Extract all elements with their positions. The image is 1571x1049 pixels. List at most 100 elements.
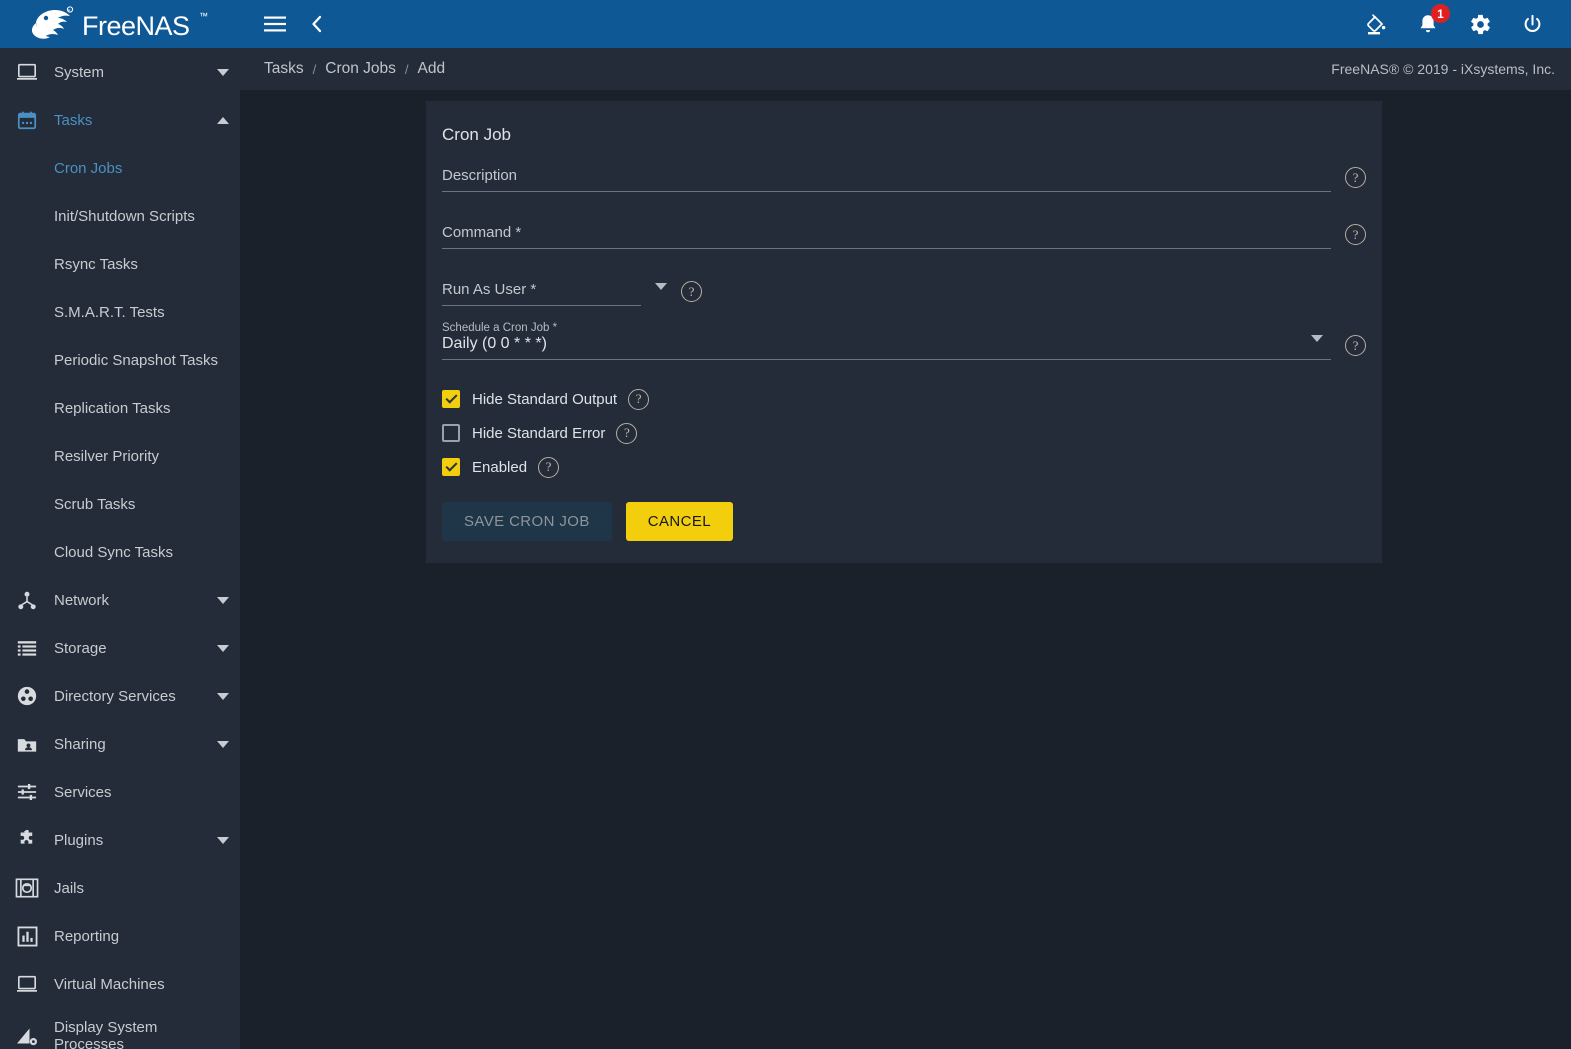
jails-icon — [0, 877, 54, 899]
cron-job-form-card: Cron Job ? ? — [426, 101, 1382, 563]
sidebar-item-services[interactable]: Services — [0, 768, 240, 816]
sidebar-item-virtual-machines[interactable]: Virtual Machines — [0, 960, 240, 1008]
run-as-user-dropdown-arrow-icon[interactable] — [655, 283, 667, 290]
content-area: Tasks / Cron Jobs / Add FreeNAS® © 2019 … — [240, 48, 1571, 1049]
sidebar-subitem-label: Periodic Snapshot Tasks — [54, 351, 218, 369]
sidebar-subitem-resilver-priority[interactable]: Resilver Priority — [0, 432, 240, 480]
breadcrumb-item-tasks[interactable]: Tasks — [264, 60, 304, 78]
network-icon — [0, 590, 54, 611]
sidebar-subitem-label: Resilver Priority — [54, 447, 160, 465]
schedule-field: Schedule a Cron Job * Daily (0 0 * * *) … — [442, 322, 1366, 360]
sidebar-item-tasks[interactable]: Tasks — [0, 96, 240, 144]
reporting-chart-icon — [0, 926, 54, 947]
topbar-nav-icons — [240, 11, 330, 37]
services-sliders-icon — [0, 782, 54, 802]
settings-gear-icon[interactable] — [1467, 11, 1493, 37]
hide-standard-output-help-icon[interactable]: ? — [628, 388, 650, 410]
chevron-left-icon[interactable] — [304, 11, 330, 37]
sidebar-item-label: Jails — [54, 879, 85, 897]
form-actions: SAVE CRON JOB CANCEL — [442, 502, 1366, 541]
sharing-folder-icon — [0, 735, 54, 754]
sidebar-subitem-smart-tests[interactable]: S.M.A.R.T. Tests — [0, 288, 240, 336]
sidebar-item-directory-services[interactable]: Directory Services — [0, 672, 240, 720]
save-cron-job-button[interactable]: SAVE CRON JOB — [442, 502, 612, 541]
menu-icon[interactable] — [262, 11, 288, 37]
sidebar-item-system[interactable]: System — [0, 48, 240, 96]
chevron-down-icon[interactable] — [206, 68, 240, 76]
sidebar-item-plugins[interactable]: Plugins — [0, 816, 240, 864]
command-input[interactable] — [442, 218, 1331, 249]
sidebar-item-label: Sharing — [54, 735, 106, 753]
description-help-icon[interactable]: ? — [1345, 167, 1366, 188]
topbar-action-icons: 1 — [1363, 4, 1571, 37]
run-as-user-input[interactable] — [442, 275, 641, 306]
cancel-button[interactable]: CANCEL — [625, 502, 734, 541]
sidebar-item-label: Network — [54, 591, 110, 609]
sidebar-subitem-init-shutdown-scripts[interactable]: Init/Shutdown Scripts — [0, 192, 240, 240]
sidebar-item-network[interactable]: Network — [0, 576, 240, 624]
hide-standard-output-checkbox[interactable] — [442, 390, 460, 408]
enabled-help-icon[interactable]: ? — [538, 456, 560, 478]
schedule-label: Schedule a Cron Job * — [442, 322, 558, 334]
description-input[interactable] — [442, 161, 1331, 192]
checkbox-group: Hide Standard Output ? Hide Standard Err… — [442, 382, 1366, 484]
monitor-icon — [0, 62, 54, 82]
sidebar-item-display-system-processes[interactable]: Display System Processes — [0, 1008, 240, 1049]
schedule-select[interactable]: Daily (0 0 * * *) — [442, 335, 1331, 360]
breadcrumb: Tasks / Cron Jobs / Add FreeNAS® © 2019 … — [240, 48, 1571, 90]
sidebar-subitem-periodic-snapshot-tasks[interactable]: Periodic Snapshot Tasks — [0, 336, 240, 384]
command-help-icon[interactable]: ? — [1345, 224, 1366, 245]
sidebar-item-storage[interactable]: Storage — [0, 624, 240, 672]
body-row: System Tasks Cron Jobs Init/Shutdown Scr… — [0, 48, 1571, 1049]
enabled-row: Enabled ? — [442, 450, 1366, 484]
sidebar-subitem-label: Rsync Tasks — [54, 255, 138, 273]
sidebar-subitem-scrub-tasks[interactable]: Scrub Tasks — [0, 480, 240, 528]
notifications-icon[interactable]: 1 — [1415, 4, 1450, 37]
plugins-puzzle-icon — [0, 829, 54, 851]
sidebar-subitem-cloud-sync-tasks[interactable]: Cloud Sync Tasks — [0, 528, 240, 576]
sidebar-item-label: Tasks — [54, 111, 93, 129]
sidebar-navigation: System Tasks Cron Jobs Init/Shutdown Scr… — [0, 48, 240, 1049]
sidebar-subitem-label: S.M.A.R.T. Tests — [54, 303, 165, 321]
chevron-up-icon[interactable] — [206, 116, 240, 124]
sidebar-subitem-replication-tasks[interactable]: Replication Tasks — [0, 384, 240, 432]
description-field: ? — [442, 161, 1366, 192]
copyright-text: FreeNAS® © 2019 - iXsystems, Inc. — [1331, 61, 1555, 77]
hide-standard-error-help-icon[interactable]: ? — [616, 422, 638, 444]
sidebar-item-label: Virtual Machines — [54, 975, 165, 993]
notification-badge: 1 — [1431, 4, 1450, 23]
sidebar-item-sharing[interactable]: Sharing — [0, 720, 240, 768]
chevron-down-icon[interactable] — [206, 644, 240, 652]
sidebar-item-jails[interactable]: Jails — [0, 864, 240, 912]
hide-standard-error-checkbox[interactable] — [442, 424, 460, 442]
chevron-down-icon[interactable] — [206, 692, 240, 700]
breadcrumb-separator: / — [312, 61, 317, 77]
enabled-label: Enabled — [472, 458, 528, 476]
sidebar-item-reporting[interactable]: Reporting — [0, 912, 240, 960]
sidebar-subitem-label: Cron Jobs — [54, 159, 123, 177]
run-as-user-help-icon[interactable]: ? — [681, 281, 702, 302]
breadcrumb-item-cron-jobs[interactable]: Cron Jobs — [325, 60, 396, 78]
sidebar-item-label: Services — [54, 783, 112, 801]
theme-fill-icon[interactable] — [1363, 11, 1389, 37]
sidebar-subitem-rsync-tasks[interactable]: Rsync Tasks — [0, 240, 240, 288]
schedule-dropdown-arrow-icon[interactable] — [1311, 335, 1323, 342]
chevron-down-icon[interactable] — [206, 836, 240, 844]
main-area: Cron Job ? ? — [240, 90, 1571, 1049]
breadcrumb-separator: / — [404, 61, 409, 77]
sidebar-subitem-label: Cloud Sync Tasks — [54, 543, 173, 561]
sidebar-item-label: Directory Services — [54, 687, 176, 705]
chevron-down-icon[interactable] — [206, 596, 240, 604]
power-icon[interactable] — [1519, 11, 1545, 37]
svg-text:™: ™ — [199, 11, 208, 21]
freenas-app: R FreeNAS ™ 1 System Tasks Cron Jobs Ini… — [0, 0, 1571, 1049]
storage-icon — [0, 639, 54, 658]
freenas-logo[interactable]: R FreeNAS ™ — [0, 0, 240, 48]
schedule-help-icon[interactable]: ? — [1345, 335, 1366, 356]
hide-standard-error-label: Hide Standard Error — [472, 424, 606, 442]
enabled-checkbox[interactable] — [442, 458, 460, 476]
sidebar-subitem-cron-jobs[interactable]: Cron Jobs — [0, 144, 240, 192]
sidebar-item-label: Reporting — [54, 927, 120, 945]
chevron-down-icon[interactable] — [206, 740, 240, 748]
run-as-user-field: ? — [442, 275, 1366, 306]
